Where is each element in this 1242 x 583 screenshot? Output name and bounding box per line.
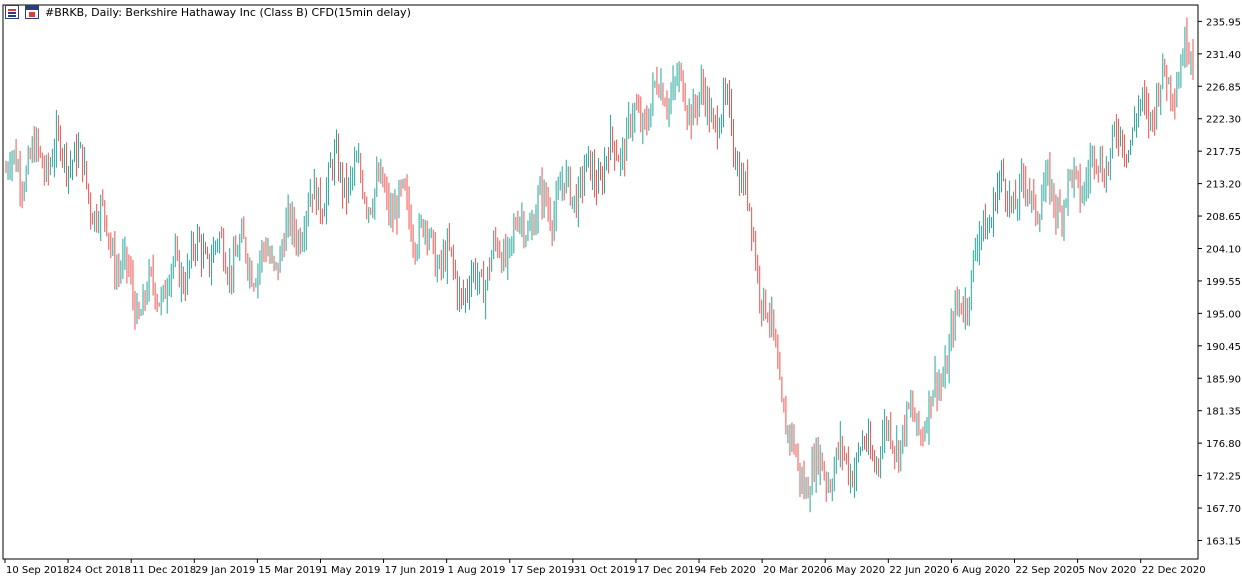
x-tick-label: 5 Nov 2020 <box>1079 565 1137 576</box>
x-tick-label: 1 May 2019 <box>321 565 380 576</box>
y-tick-label: 208.65 <box>1206 212 1241 223</box>
y-tick-label: 163.15 <box>1206 536 1241 547</box>
grid-icon[interactable] <box>5 5 19 19</box>
x-tick-label: 31 Oct 2019 <box>574 565 636 576</box>
x-tick-label: 6 May 2020 <box>826 565 885 576</box>
x-tick-label: 1 Aug 2019 <box>448 565 506 576</box>
x-tick-label: 24 Oct 2018 <box>69 565 131 576</box>
x-tick-label: 4 Feb 2020 <box>700 565 756 576</box>
x-tick-label: 17 Sep 2019 <box>511 565 574 576</box>
ohlc-chart[interactable]: 235.95 231.40 226.85 222.30 217.75 213.20 208.… <box>0 0 1242 579</box>
x-tick-label: 6 Aug 2020 <box>952 565 1010 576</box>
y-tick-label: 231.40 <box>1206 50 1241 61</box>
y-tick-label: 226.85 <box>1206 82 1241 93</box>
x-tick-label: 15 Mar 2019 <box>258 565 321 576</box>
y-tick-label: 195.00 <box>1206 309 1241 320</box>
chart-title: #BRKB, Daily: Berkshire Hathaway Inc (Cl… <box>45 5 411 19</box>
y-tick-label: 204.10 <box>1206 244 1241 255</box>
x-tick-label: 11 Dec 2018 <box>132 565 196 576</box>
y-tick-label: 235.95 <box>1206 17 1241 28</box>
y-tick-label: 185.90 <box>1206 374 1241 385</box>
y-tick-label: 167.70 <box>1206 504 1241 515</box>
y-tick-label: 222.30 <box>1206 115 1241 126</box>
chart-header: #BRKB, Daily: Berkshire Hathaway Inc (Cl… <box>5 4 411 20</box>
x-tick-label: 17 Dec 2019 <box>637 565 701 576</box>
x-tick-label: 22 Sep 2020 <box>1016 565 1079 576</box>
y-tick-label: 213.20 <box>1206 180 1241 191</box>
y-tick-label: 181.35 <box>1206 407 1241 418</box>
y-tick-label: 176.80 <box>1206 439 1241 450</box>
x-tick-label: 17 Jun 2019 <box>385 565 445 576</box>
y-tick-label: 217.75 <box>1206 147 1241 158</box>
y-tick-label: 172.25 <box>1206 472 1241 483</box>
x-tick-label: 29 Jan 2019 <box>195 565 255 576</box>
y-tick-label: 190.45 <box>1206 342 1241 353</box>
y-tick-label: 199.55 <box>1206 277 1241 288</box>
x-tick-label: 22 Dec 2020 <box>1142 565 1206 576</box>
x-tick-label: 20 Mar 2020 <box>763 565 826 576</box>
plot-frame <box>2 4 1199 560</box>
x-tick-label: 22 Jun 2020 <box>889 565 949 576</box>
x-tick-label: 10 Sep 2018 <box>6 565 69 576</box>
ohlc-bars <box>5 17 1194 513</box>
window-icon[interactable] <box>25 5 39 19</box>
chart-window[interactable]: #BRKB, Daily: Berkshire Hathaway Inc (Cl… <box>0 0 1242 579</box>
